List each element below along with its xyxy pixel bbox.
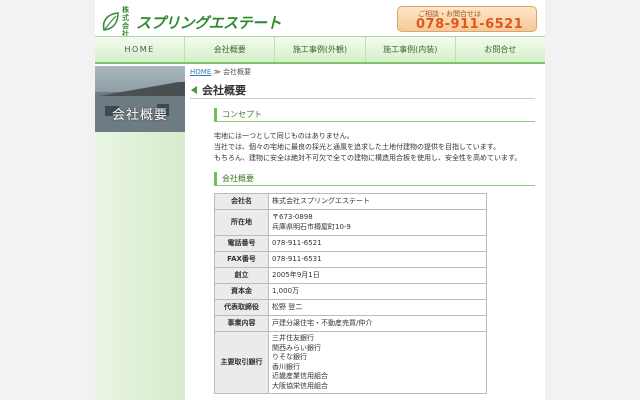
title-arrow-icon — [191, 85, 197, 94]
sidebar-title: 会社概要 — [111, 108, 168, 123]
row-label: 創立 — [214, 267, 269, 284]
section-heading-concept: コンセプト — [214, 108, 535, 122]
site-logo[interactable]: 株式 会社 スプリングエステート — [101, 6, 282, 38]
concept-line: 当社では、個々の宅地に最良の採光と通風を追求した土地付建物の提供を目指しています… — [214, 143, 501, 151]
company-overview-table: 会社名 株式会社スプリングエステート 所在地 〒673-0898 兵庫県明石市樽… — [214, 193, 487, 394]
contact-phone-number: 078-911-6521 — [416, 17, 524, 32]
concept-line: 宅地には一つとして同じものはありません。 — [214, 132, 354, 140]
breadcrumb-current: 会社概要 — [223, 68, 252, 76]
nav-item-company[interactable]: 会社概要 — [185, 37, 276, 62]
row-value: 松野 登二 — [268, 299, 487, 316]
sidebar-photo: 会社概要 — [95, 66, 185, 132]
table-row: 電話番号 078-911-6521 — [214, 235, 487, 252]
concept-line: もちろん、建物に安全は絶対不可欠で全ての建物に構造用合板を使用し、安全性を高めて… — [214, 154, 522, 162]
address-line: 兵庫県明石市樽屋町10-9 — [272, 222, 351, 231]
row-label: 会社名 — [214, 193, 269, 210]
table-row: FAX番号 078-911-6531 — [214, 251, 487, 268]
concept-text: 宅地には一つとして同じものはありません。 当社では、個々の宅地に最良の採光と通風… — [214, 131, 544, 164]
leaf-logo-icon — [101, 11, 121, 33]
row-value: 1,000万 — [268, 283, 487, 300]
nav-item-works-exterior[interactable]: 施工事例(外観) — [275, 37, 366, 62]
row-label: FAX番号 — [214, 251, 269, 268]
row-value: 078-911-6521 — [268, 235, 487, 252]
breadcrumb: HOME ≫ 会社概要 — [190, 67, 251, 77]
row-label: 所在地 — [214, 209, 269, 236]
contact-phone-banner[interactable]: ご相談・お問合せは 078-911-6521 — [397, 6, 537, 32]
nav-item-home[interactable]: HOME — [95, 37, 186, 62]
bank-item: 近畿産業信用組合 — [272, 372, 328, 380]
address-postal: 〒673-0898 — [272, 213, 313, 221]
row-label: 代表取締役 — [214, 299, 269, 316]
sidebar-strip — [95, 132, 185, 400]
row-value: 三井住友銀行 関西みらい銀行 りそな銀行 香川銀行 近畿産業信用組合 大阪協栄信… — [268, 331, 487, 394]
row-label: 事業内容 — [214, 315, 269, 332]
row-value: 078-911-6531 — [268, 251, 487, 268]
row-value: 戸建分譲住宅・不動産売買/仲介 — [268, 315, 487, 332]
table-row: 主要取引銀行 三井住友銀行 関西みらい銀行 りそな銀行 香川銀行 近畿産業信用組… — [214, 331, 487, 394]
table-row: 代表取締役 松野 登二 — [214, 299, 487, 316]
row-label: 主要取引銀行 — [214, 331, 269, 394]
row-label: 電話番号 — [214, 235, 269, 252]
logo-company-name: スプリングエステート — [136, 13, 282, 32]
bank-item: 関西みらい銀行 — [272, 343, 321, 352]
row-label: 資本金 — [214, 283, 269, 300]
nav-item-works-interior[interactable]: 施工事例(内装) — [366, 37, 456, 62]
bank-item: りそな銀行 — [272, 353, 307, 361]
row-value: 〒673-0898 兵庫県明石市樽屋町10-9 — [268, 209, 487, 236]
row-value: 2005年9月1日 — [268, 267, 487, 284]
table-row: 事業内容 戸建分譲住宅・不動産売買/仲介 — [214, 315, 487, 332]
breadcrumb-separator: ≫ — [213, 68, 221, 76]
bank-item: 大阪協栄信用組合 — [272, 381, 328, 390]
global-nav: HOME 会社概要 施工事例(外観) 施工事例(内装) お問合せ — [95, 36, 545, 64]
page-title-bar: 会社概要 — [190, 81, 535, 99]
table-row: 資本金 1,000万 — [214, 283, 487, 300]
nav-item-contact[interactable]: お問合せ — [456, 37, 545, 62]
table-row: 所在地 〒673-0898 兵庫県明石市樽屋町10-9 — [214, 209, 487, 236]
section-heading-overview: 会社概要 — [214, 172, 535, 186]
bank-item: 三井住友銀行 — [272, 334, 314, 342]
table-row: 会社名 株式会社スプリングエステート — [214, 193, 487, 210]
page-title: 会社概要 — [202, 83, 246, 97]
logo-company-type: 株式 会社 — [122, 6, 129, 38]
breadcrumb-home-link[interactable]: HOME — [190, 68, 211, 76]
table-row: 創立 2005年9月1日 — [214, 267, 487, 284]
row-value: 株式会社スプリングエステート — [268, 193, 487, 210]
bank-item: 香川銀行 — [272, 362, 300, 371]
